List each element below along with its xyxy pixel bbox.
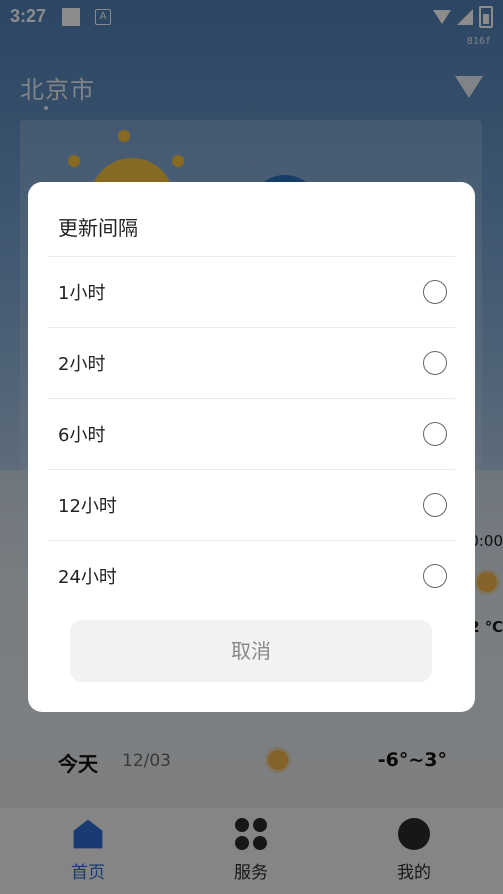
interval-option-list: 1小时 2小时 6小时 12小时 24小时 xyxy=(48,256,455,611)
radio-button-icon[interactable] xyxy=(423,422,447,446)
interval-option-12h[interactable]: 12小时 xyxy=(48,469,455,540)
option-label: 24小时 xyxy=(58,567,117,588)
interval-option-6h[interactable]: 6小时 xyxy=(48,398,455,469)
radio-button-icon[interactable] xyxy=(423,493,447,517)
radio-button-icon[interactable] xyxy=(423,351,447,375)
interval-option-1h[interactable]: 1小时 xyxy=(48,256,455,327)
option-label: 12小时 xyxy=(58,496,117,517)
update-interval-dialog: 更新间隔 1小时 2小时 6小时 12小时 24小时 取消 xyxy=(28,182,475,712)
option-label: 1小时 xyxy=(58,283,106,304)
interval-option-24h[interactable]: 24小时 xyxy=(48,540,455,611)
dialog-title: 更新间隔 xyxy=(58,216,138,240)
radio-button-icon[interactable] xyxy=(423,280,447,304)
option-label: 6小时 xyxy=(58,425,106,446)
cancel-button[interactable]: 取消 xyxy=(70,620,432,682)
option-label: 2小时 xyxy=(58,354,106,375)
interval-option-2h[interactable]: 2小时 xyxy=(48,327,455,398)
radio-button-icon[interactable] xyxy=(423,564,447,588)
